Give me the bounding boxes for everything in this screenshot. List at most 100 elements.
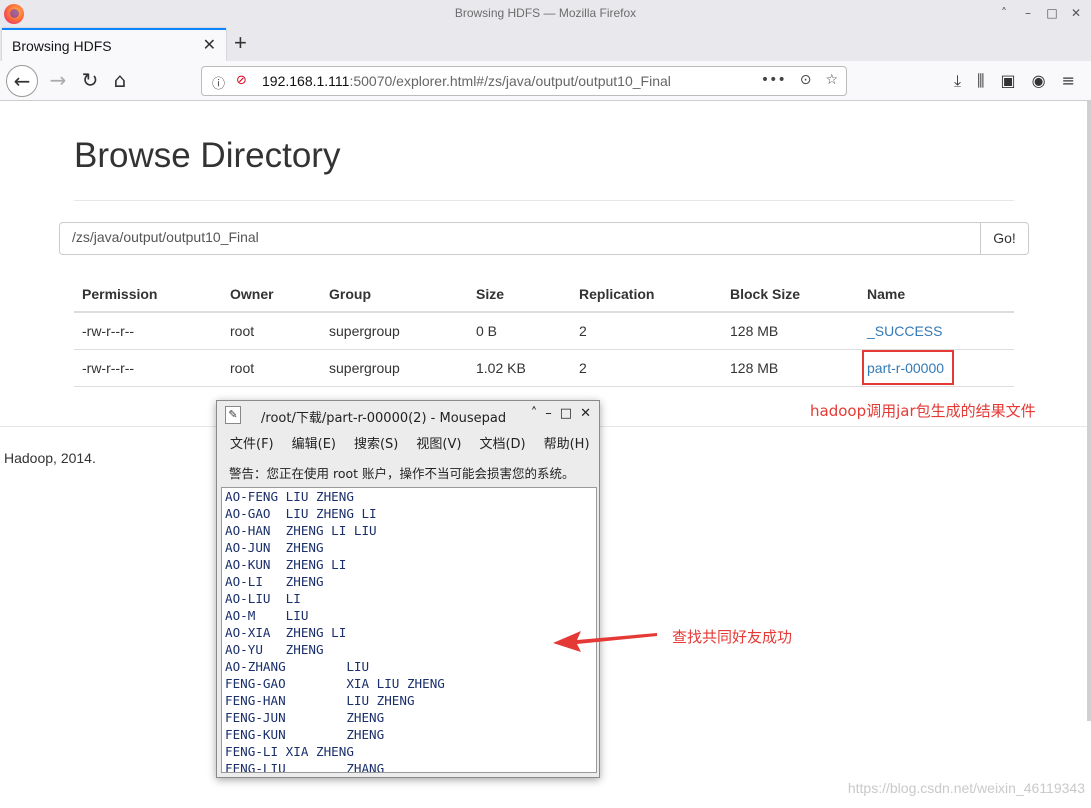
col-group[interactable]: Group <box>321 276 468 313</box>
mousepad-window-controls: ˄ – □ ✕ <box>531 406 591 421</box>
table-header-row: Permission Owner Group Size Replication … <box>74 276 1014 313</box>
url-text[interactable]: 192.168.1.111:50070/explorer.html#/zs/ja… <box>262 73 671 89</box>
cell-owner: root <box>222 349 321 387</box>
account-icon[interactable]: ◉ <box>1032 71 1046 91</box>
cell-group: supergroup <box>321 349 468 387</box>
table-row: -rw-r--r-- root supergroup 0 B 2 128 MB … <box>74 312 1014 350</box>
new-tab-button[interactable]: + <box>234 30 247 56</box>
mousepad-titlebar[interactable]: ✎ /root/下载/part-r-00000(2) - Mousepad ˄ … <box>217 401 599 429</box>
mousepad-title: /root/下载/part-r-00000(2) - Mousepad <box>261 411 507 426</box>
reload-button[interactable]: ↻ <box>74 65 106 97</box>
cell-name: _SUCCESS <box>859 312 1014 350</box>
menu-icon[interactable]: ≡ <box>1062 71 1075 91</box>
menu-view[interactable]: 视图(V) <box>416 433 461 457</box>
directory-path-input[interactable]: /zs/java/output/output10_Final <box>59 222 981 255</box>
back-button[interactable]: ← <box>6 65 38 97</box>
tab-strip: Browsing HDFS ✕ + <box>0 28 1091 61</box>
window-titlebar: Browsing HDFS — Mozilla Firefox ˄ – □ ✕ <box>0 0 1091 28</box>
success-annotation: 查找共同好友成功 <box>672 628 793 646</box>
highlight-box <box>862 350 954 385</box>
watermark: https://blog.csdn.net/weixin_46119343 <box>847 780 1085 796</box>
col-size[interactable]: Size <box>468 276 571 313</box>
tab-browsing-hdfs[interactable]: Browsing HDFS ✕ <box>2 28 226 61</box>
text-line: FENG-LIU ZHANG <box>225 761 385 773</box>
minimize-button[interactable]: – <box>1021 6 1035 20</box>
sidebar-icon[interactable]: ▣ <box>1001 71 1016 91</box>
text-line: AO-LI ZHENG <box>225 574 324 589</box>
page-actions-icon[interactable]: ••• <box>761 72 786 88</box>
result-file-annotation: hadoop调用jar包生成的结果文件 <box>810 402 1036 420</box>
maximize-button[interactable]: □ <box>1045 6 1059 20</box>
bookmark-star-icon[interactable]: ☆ <box>825 72 838 88</box>
heading-divider <box>74 200 1014 201</box>
cell-block-size: 128 MB <box>722 349 859 387</box>
url-path: :50070/explorer.html#/zs/java/output/out… <box>349 73 671 89</box>
downloads-icon[interactable]: ⤓ <box>954 71 961 91</box>
col-owner[interactable]: Owner <box>222 276 321 313</box>
text-line: FENG-HAN LIU ZHENG <box>225 693 415 708</box>
navigation-toolbar: ← → ↻ ⌂ ⓘ ⊘ 192.168.1.111:50070/explorer… <box>0 61 1091 101</box>
window-title: Browsing HDFS — Mozilla Firefox <box>454 6 637 20</box>
tab-close-icon[interactable]: ✕ <box>203 35 216 54</box>
text-line: AO-XIA ZHENG LI <box>225 625 347 640</box>
mousepad-maximize-button[interactable]: □ <box>560 406 572 421</box>
col-permission[interactable]: Permission <box>74 276 222 313</box>
site-info-icon[interactable]: ⓘ <box>212 73 225 92</box>
cell-replication: 2 <box>571 312 722 350</box>
address-bar[interactable]: ⓘ ⊘ 192.168.1.111:50070/explorer.html#/z… <box>201 66 847 96</box>
text-line: AO-HAN ZHENG LI LIU <box>225 523 377 538</box>
library-icon[interactable]: ⫼ <box>977 71 984 91</box>
cell-size: 0 B <box>468 312 571 350</box>
page-title: Browse Directory <box>74 136 341 175</box>
col-block-size[interactable]: Block Size <box>722 276 859 313</box>
tab-label: Browsing HDFS <box>12 38 112 54</box>
menu-edit[interactable]: 编辑(E) <box>292 433 336 457</box>
text-line: FENG-JUN ZHENG <box>225 710 385 725</box>
mousepad-collapse-icon[interactable]: ˄ <box>531 406 538 421</box>
mousepad-menubar: 文件(F) 编辑(E) 搜索(S) 视图(V) 文档(D) 帮助(H) <box>217 433 599 457</box>
insecure-lock-icon[interactable]: ⊘ <box>236 73 247 88</box>
text-line: FENG-GAO XIA LIU ZHENG <box>225 676 445 691</box>
cell-owner: root <box>222 312 321 350</box>
cell-permission: -rw-r--r-- <box>74 312 222 350</box>
mousepad-minimize-button[interactable]: – <box>545 406 552 421</box>
text-line: AO-ZHANG LIU <box>225 659 370 674</box>
root-warning: 警告：您正在使用 root 账户，操作不当可能会损害您的系统。 <box>229 466 575 481</box>
cell-block-size: 128 MB <box>722 312 859 350</box>
annotation-arrow-icon <box>553 631 657 652</box>
go-button[interactable]: Go! <box>980 222 1029 255</box>
text-line: AO-GAO LIU ZHENG LI <box>225 506 377 521</box>
forward-button[interactable]: → <box>42 65 74 97</box>
text-line: AO-YU ZHENG <box>225 642 324 657</box>
page-scrollbar[interactable] <box>1087 101 1091 721</box>
file-link-success[interactable]: _SUCCESS <box>867 323 942 339</box>
text-line: AO-M LIU <box>225 608 309 623</box>
cell-replication: 2 <box>571 349 722 387</box>
collapse-icon[interactable]: ˄ <box>997 6 1011 20</box>
text-line: FENG-KUN ZHENG <box>225 727 385 742</box>
col-name[interactable]: Name <box>859 276 1014 313</box>
url-actions: ••• ⊙ ☆ <box>761 72 838 88</box>
url-host: 192.168.1.111 <box>262 73 350 89</box>
text-line: AO-JUN ZHENG <box>225 540 324 555</box>
text-line: AO-LIU LI <box>225 591 301 606</box>
menu-help[interactable]: 帮助(H) <box>544 433 590 457</box>
cell-group: supergroup <box>321 312 468 350</box>
menu-file[interactable]: 文件(F) <box>230 433 274 457</box>
close-window-button[interactable]: ✕ <box>1069 6 1083 20</box>
footer-text: Hadoop, 2014. <box>4 450 96 466</box>
mousepad-close-button[interactable]: ✕ <box>580 406 591 421</box>
toolbar-right: ⤓ ⫼ ▣ ◉ ≡ <box>954 71 1075 91</box>
col-replication[interactable]: Replication <box>571 276 722 313</box>
cell-permission: -rw-r--r-- <box>74 349 222 387</box>
text-editor-area[interactable]: AO-FENG LIU ZHENG AO-GAO LIU ZHENG LI AO… <box>221 487 597 773</box>
menu-search[interactable]: 搜索(S) <box>354 433 398 457</box>
text-line: FENG-LI XIA ZHENG <box>225 744 354 759</box>
menu-document[interactable]: 文档(D) <box>479 433 525 457</box>
home-button[interactable]: ⌂ <box>104 65 136 97</box>
pocket-icon[interactable]: ⊙ <box>800 72 812 88</box>
mousepad-window: ✎ /root/下载/part-r-00000(2) - Mousepad ˄ … <box>216 400 600 778</box>
text-line: AO-FENG LIU ZHENG <box>225 489 354 504</box>
text-line: AO-KUN ZHENG LI <box>225 557 347 572</box>
mousepad-app-icon: ✎ <box>225 406 241 424</box>
